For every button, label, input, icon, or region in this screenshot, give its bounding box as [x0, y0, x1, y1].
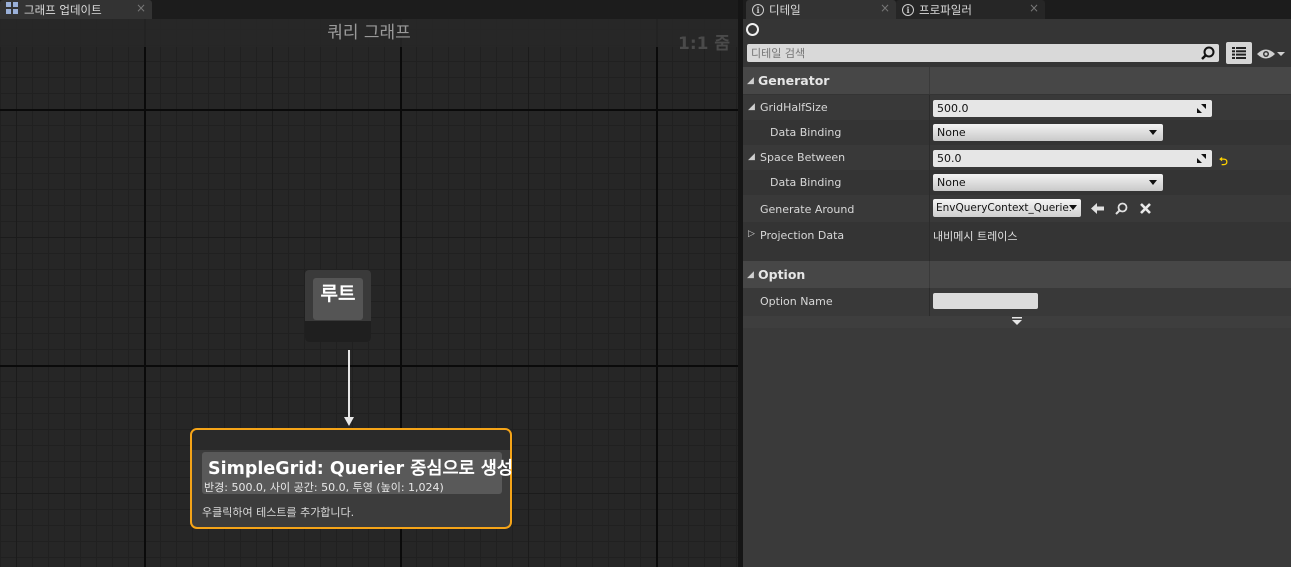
generator-node[interactable]: SimpleGrid: Querier 중심으로 생성 반경: 500.0, 사…: [190, 428, 513, 529]
details-tab-bar: i 디테일 × i 프로파일러 ×: [743, 0, 1291, 19]
tab-label: 그래프 업데이트: [24, 2, 102, 17]
column-divider: [929, 222, 930, 248]
details-panel: i 디테일 × i 프로파일러 × ◢ Generator: [743, 0, 1291, 567]
property-label: Space Between: [760, 151, 846, 164]
search-input[interactable]: [751, 44, 1191, 62]
property-label: Option Name: [760, 295, 833, 308]
property-row-space-between: ◢ Space Between 50.0 ⮌: [743, 145, 1291, 170]
tab-details[interactable]: i 디테일 ×: [746, 0, 896, 19]
generator-node-hint: 우클릭하여 테스트를 추가합니다.: [202, 506, 355, 519]
search-box[interactable]: [747, 44, 1219, 62]
collapse-triangle-icon: ◢: [747, 76, 754, 86]
property-label: Data Binding: [770, 126, 842, 139]
graph-tab-bar: 그래프 업데이트 ×: [0, 0, 738, 19]
property-label: GridHalfSize: [760, 101, 828, 114]
property-row-data-binding: Data Binding None: [743, 170, 1291, 195]
collapse-triangle-icon[interactable]: ◢: [748, 152, 755, 162]
field-value: 50.0: [937, 152, 962, 165]
column-divider: [929, 170, 930, 195]
generate-around-dropdown[interactable]: EnvQueryContext_Querier: [933, 199, 1081, 217]
column-divider: [929, 120, 930, 145]
generator-node-subtitle: 반경: 500.0, 사이 공간: 50.0, 투영 (높이: 1,024): [204, 481, 444, 494]
category-spacer: [743, 248, 1291, 261]
generator-node-title: SimpleGrid: Querier 중심으로 생성: [208, 459, 513, 479]
dropdown-value: None: [937, 176, 966, 189]
collapse-triangle-icon: ◢: [747, 270, 754, 280]
tab-profiler[interactable]: i 프로파일러 ×: [896, 0, 1045, 19]
property-row-option-name: Option Name: [743, 288, 1291, 316]
column-divider: [929, 248, 930, 261]
node-connection-wire: [348, 350, 350, 418]
property-matrix-button[interactable]: [1226, 42, 1252, 64]
tab-label: 프로파일러: [919, 2, 972, 17]
tab-label: 디테일: [769, 2, 801, 17]
chevron-down-icon: [1012, 317, 1022, 325]
eye-icon: [1257, 49, 1275, 59]
projection-data-value: 내비메시 트레이스: [933, 230, 1018, 243]
clear-x-icon[interactable]: [1137, 200, 1153, 216]
connection-arrow-icon: [344, 417, 354, 426]
property-row-data-binding: Data Binding None: [743, 120, 1291, 145]
use-selected-arrow-icon[interactable]: [1089, 200, 1105, 216]
advanced-expand-bar[interactable]: [743, 316, 1291, 328]
generator-input-pin[interactable]: [192, 430, 510, 450]
property-label: Projection Data: [760, 229, 845, 242]
zoom-label: 1:1 줌: [677, 34, 730, 54]
category-option[interactable]: ◢ Option: [743, 261, 1291, 288]
root-node-title: 루트: [313, 278, 363, 320]
graph-title: 쿼리 그래프: [0, 19, 738, 47]
info-icon: i: [752, 3, 764, 16]
generator-node-header: SimpleGrid: Querier 중심으로 생성 반경: 500.0, 사…: [202, 452, 513, 494]
tab-graph-update[interactable]: 그래프 업데이트 ×: [0, 0, 152, 19]
property-row-generate-around: Generate Around EnvQueryContext_Querier: [743, 195, 1291, 222]
details-empty-area: [743, 328, 1291, 567]
graph-icon: [6, 2, 19, 17]
chevron-down-icon: [1277, 52, 1285, 56]
property-row-grid-half-size: ◢ GridHalfSize 500.0: [743, 95, 1291, 120]
collapse-triangle-icon[interactable]: ◢: [748, 102, 755, 112]
details-toolbar: [743, 19, 1291, 67]
chevron-down-icon: [1149, 180, 1157, 185]
browse-search-icon[interactable]: [1113, 200, 1129, 216]
close-icon[interactable]: ×: [136, 1, 146, 15]
property-label: Generate Around: [760, 203, 855, 216]
space-between-input[interactable]: 50.0: [933, 150, 1212, 167]
column-divider: [929, 261, 930, 288]
circle-icon: [746, 23, 759, 36]
option-name-input[interactable]: [933, 293, 1038, 309]
close-icon[interactable]: ×: [1029, 1, 1039, 15]
column-divider: [929, 95, 930, 120]
field-value: 500.0: [937, 102, 969, 115]
column-divider: [929, 145, 930, 170]
drag-handle-icon[interactable]: [1197, 104, 1206, 113]
expand-triangle-icon[interactable]: ▷: [748, 229, 755, 239]
category-label: Generator: [758, 73, 830, 88]
dropdown-value: EnvQueryContext_Querier: [936, 202, 1074, 214]
chevron-down-icon: [1149, 130, 1157, 135]
data-binding-dropdown[interactable]: None: [933, 174, 1163, 191]
view-options-button[interactable]: [1256, 46, 1289, 62]
property-label: Data Binding: [770, 176, 842, 189]
root-output-pin[interactable]: [305, 321, 371, 342]
column-divider: [929, 288, 930, 316]
grid-half-size-input[interactable]: 500.0: [933, 100, 1212, 117]
grid-icon: [1232, 47, 1246, 59]
category-generator[interactable]: ◢ Generator: [743, 67, 1291, 94]
chevron-down-icon: [1069, 205, 1077, 210]
column-divider: [929, 195, 930, 222]
search-icon[interactable]: [1201, 46, 1215, 63]
dropdown-value: None: [937, 126, 966, 139]
property-row-projection-data: ▷ Projection Data 내비메시 트레이스: [743, 222, 1291, 248]
close-icon[interactable]: ×: [880, 1, 890, 15]
graph-panel: 그래프 업데이트 × 쿼리 그래프 1:1 줌 루트 SimpleGrid: Q…: [0, 0, 738, 567]
data-binding-dropdown[interactable]: None: [933, 124, 1163, 141]
category-label: Option: [758, 267, 806, 282]
root-node[interactable]: 루트: [305, 270, 371, 342]
column-divider: [929, 67, 930, 94]
info-icon: i: [902, 3, 914, 16]
drag-handle-icon[interactable]: [1197, 154, 1206, 163]
